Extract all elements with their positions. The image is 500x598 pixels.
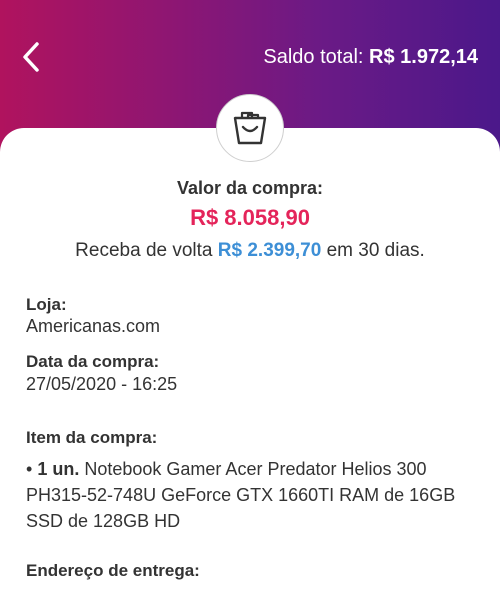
item-name: Notebook Gamer Acer Predator Helios 300 … xyxy=(26,459,456,531)
cashback-prefix: Receba de volta xyxy=(75,240,213,261)
cashback-amount: R$ 2.399,70 xyxy=(217,240,322,261)
data-label: Data da compra: xyxy=(26,352,160,371)
data-value: 27/05/2020 - 16:25 xyxy=(26,374,178,394)
item-bullet: • xyxy=(26,459,33,479)
loja-value: Americanas.com xyxy=(26,316,161,336)
bag-badge xyxy=(216,94,284,162)
cashback-suffix: em 30 dias. xyxy=(326,240,425,261)
saldo-label: Saldo total: xyxy=(263,46,364,68)
endereco-label: Endereço de entrega: xyxy=(26,561,200,580)
valor-label: Valor da compra: xyxy=(176,178,324,198)
saldo-value: R$ 1.972,14 xyxy=(369,46,478,68)
chevron-left-icon xyxy=(23,42,39,72)
item-description: • 1 un. Notebook Gamer Acer Predator Hel… xyxy=(26,456,476,534)
loja-label: Loja: xyxy=(26,295,67,314)
cashback-info: Receba de volta R$ 2.399,70 em 30 dias. xyxy=(0,240,500,262)
item-quantity: 1 un. xyxy=(37,459,80,479)
saldo-total: Saldo total: R$ 1.972,14 xyxy=(263,46,478,69)
shopping-bag-icon xyxy=(233,111,267,145)
item-label: Item da compra: xyxy=(26,428,158,447)
valor-amount: R$ 8.058,90 xyxy=(190,205,310,230)
back-button[interactable] xyxy=(14,40,48,74)
